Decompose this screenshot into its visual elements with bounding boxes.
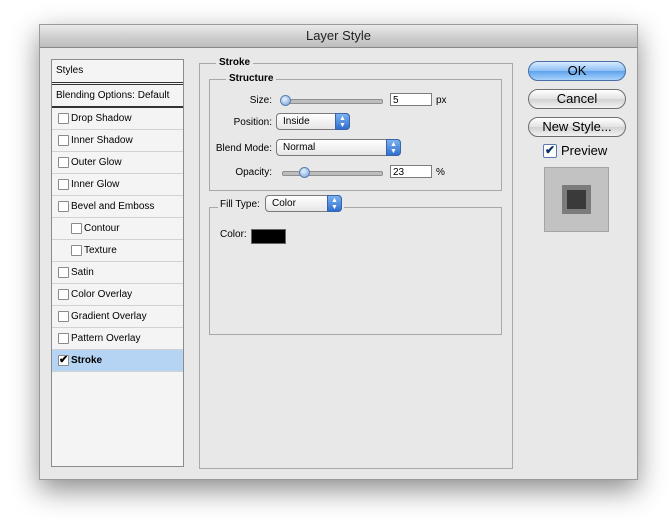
style-item-bevel-and-emboss[interactable]: Bevel and Emboss bbox=[52, 196, 183, 218]
position-select[interactable]: Inside ▲ ▼ bbox=[276, 113, 350, 130]
style-item-label: Drop Shadow bbox=[71, 113, 132, 124]
window-title: Layer Style bbox=[40, 25, 637, 48]
style-item-label: Bevel and Emboss bbox=[71, 201, 155, 212]
style-item-label: Satin bbox=[71, 267, 94, 278]
style-item-label: Gradient Overlay bbox=[71, 311, 147, 322]
structure-group-title: Structure bbox=[226, 73, 277, 84]
drop-shadow-checkbox[interactable] bbox=[58, 113, 69, 124]
style-item-stroke[interactable]: ✔ Stroke bbox=[52, 350, 183, 372]
contour-checkbox[interactable] bbox=[71, 223, 82, 234]
style-item-inner-shadow[interactable]: Inner Shadow bbox=[52, 130, 183, 152]
styles-header[interactable]: Styles bbox=[52, 60, 183, 85]
inner-shadow-checkbox[interactable] bbox=[58, 135, 69, 146]
style-item-label: Texture bbox=[84, 245, 117, 256]
style-item-label: Inner Glow bbox=[71, 179, 120, 190]
color-label: Color: bbox=[220, 229, 247, 240]
stroke-checkbox[interactable]: ✔ bbox=[58, 355, 69, 366]
blend-mode-label: Blend Mode: bbox=[215, 143, 272, 154]
satin-checkbox[interactable] bbox=[58, 267, 69, 278]
position-label: Position: bbox=[233, 117, 272, 128]
style-item-label: Contour bbox=[84, 223, 120, 234]
opacity-slider-track[interactable] bbox=[282, 171, 383, 176]
style-item-inner-glow[interactable]: Inner Glow bbox=[52, 174, 183, 196]
preview-fill-square bbox=[567, 190, 586, 209]
size-slider-thumb[interactable] bbox=[280, 95, 291, 106]
preview-label[interactable]: Preview bbox=[561, 143, 607, 158]
fill-group bbox=[209, 207, 502, 335]
size-input[interactable]: 5 bbox=[390, 93, 432, 106]
size-slider-track[interactable] bbox=[282, 99, 383, 104]
style-item-label: Pattern Overlay bbox=[71, 333, 141, 344]
style-item-label: Inner Shadow bbox=[71, 135, 133, 146]
blending-options[interactable]: Blending Options: Default bbox=[52, 85, 183, 108]
fill-type-label: Fill Type: bbox=[220, 199, 260, 210]
style-item-color-overlay[interactable]: Color Overlay bbox=[52, 284, 183, 306]
bevel-and-emboss-checkbox[interactable] bbox=[58, 201, 69, 212]
style-item-satin[interactable]: Satin bbox=[52, 262, 183, 284]
style-item-texture[interactable]: Texture bbox=[52, 240, 183, 262]
gradient-overlay-checkbox[interactable] bbox=[58, 311, 69, 322]
blend-mode-select[interactable]: Normal ▲ ▼ bbox=[276, 139, 401, 156]
updown-arrows-icon: ▲ ▼ bbox=[335, 113, 350, 130]
preview-stroke-square bbox=[562, 185, 591, 214]
pattern-overlay-checkbox[interactable] bbox=[58, 333, 69, 344]
opacity-slider-thumb[interactable] bbox=[299, 167, 310, 178]
size-unit: px bbox=[436, 95, 447, 106]
styles-list: Styles Blending Options: Default Drop Sh… bbox=[51, 59, 184, 467]
style-item-label: Outer Glow bbox=[71, 157, 122, 168]
color-overlay-checkbox[interactable] bbox=[58, 289, 69, 300]
updown-arrows-icon: ▲ ▼ bbox=[327, 195, 342, 212]
preview-checkbox[interactable]: ✔ bbox=[543, 144, 557, 158]
new-style-button[interactable]: New Style... bbox=[528, 117, 626, 137]
opacity-input[interactable]: 23 bbox=[390, 165, 432, 178]
blend-mode-select-value: Normal bbox=[283, 142, 316, 153]
updown-arrows-icon: ▲ ▼ bbox=[386, 139, 401, 156]
size-label: Size: bbox=[249, 95, 272, 106]
opacity-label: Opacity: bbox=[235, 167, 272, 178]
style-item-drop-shadow[interactable]: Drop Shadow bbox=[52, 108, 183, 130]
style-item-label: Color Overlay bbox=[71, 289, 133, 300]
inner-glow-checkbox[interactable] bbox=[58, 179, 69, 190]
texture-checkbox[interactable] bbox=[71, 245, 82, 256]
stroke-group-title: Stroke bbox=[216, 57, 254, 68]
style-item-outer-glow[interactable]: Outer Glow bbox=[52, 152, 183, 174]
fill-type-select[interactable]: Color ▲ ▼ bbox=[265, 195, 342, 212]
preview-thumbnail bbox=[544, 167, 609, 232]
cancel-button[interactable]: Cancel bbox=[528, 89, 626, 109]
ok-button[interactable]: OK bbox=[528, 61, 626, 81]
position-select-value: Inside bbox=[283, 116, 310, 127]
opacity-unit: % bbox=[436, 167, 445, 178]
style-item-contour[interactable]: Contour bbox=[52, 218, 183, 240]
style-item-pattern-overlay[interactable]: Pattern Overlay bbox=[52, 328, 183, 350]
style-item-gradient-overlay[interactable]: Gradient Overlay bbox=[52, 306, 183, 328]
style-item-label: Stroke bbox=[71, 355, 103, 366]
layer-style-dialog: Layer Style Styles Blending Options: Def… bbox=[39, 24, 638, 480]
color-swatch[interactable] bbox=[251, 229, 286, 244]
outer-glow-checkbox[interactable] bbox=[58, 157, 69, 168]
fill-type-select-value: Color bbox=[272, 198, 296, 209]
